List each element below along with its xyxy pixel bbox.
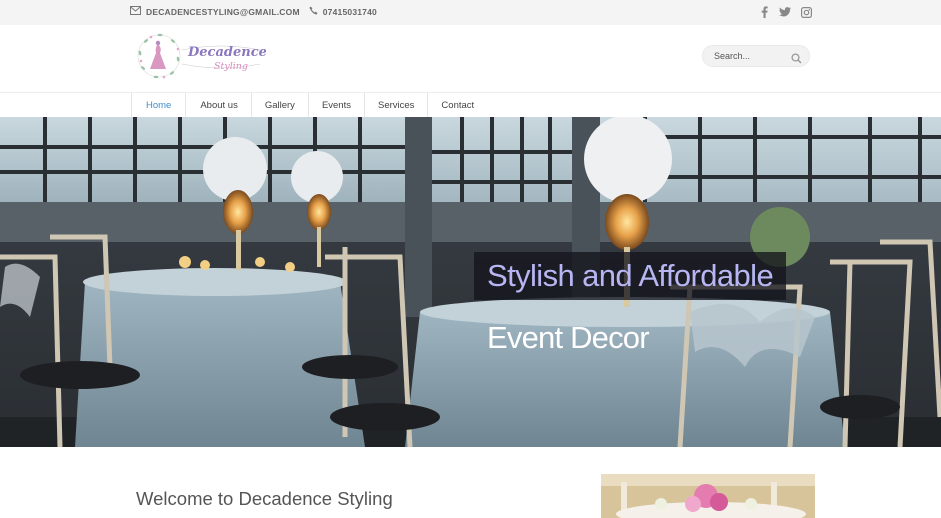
instagram-icon[interactable] (800, 5, 812, 19)
main-nav: Home About us Gallery Events Services Co… (0, 92, 941, 117)
featured-image[interactable] (601, 474, 815, 518)
nav-label: Services (377, 99, 415, 111)
content-section: Welcome to Decadence Styling (0, 447, 941, 518)
search-input[interactable] (714, 51, 798, 61)
contact-info: DECADENCESTYLING@GMAIL.COM 07415031740 (130, 6, 377, 17)
nav-item-gallery[interactable]: Gallery (250, 93, 308, 117)
nav-label: Events (321, 99, 351, 111)
hero-banner: Stylish and Affordable Event Decor (0, 117, 941, 447)
nav-item-events[interactable]: Events (307, 93, 364, 117)
facebook-icon[interactable] (758, 5, 770, 19)
nav-item-contact[interactable]: Contact (427, 93, 487, 117)
social-links (758, 5, 812, 19)
hero-background-image (0, 117, 941, 447)
twitter-icon[interactable] (779, 5, 791, 19)
phone-number[interactable]: 07415031740 (323, 7, 377, 17)
nav-label: Home (146, 99, 172, 111)
phone-icon (309, 6, 318, 17)
search-box (702, 45, 810, 67)
email-link[interactable]: DECADENCESTYLING@GMAIL.COM (146, 7, 300, 17)
top-contact-bar: DECADENCESTYLING@GMAIL.COM 07415031740 (0, 0, 941, 25)
site-header: Decadence Styling (0, 25, 941, 92)
site-logo[interactable]: Decadence Styling (136, 31, 267, 81)
hero-subline: Event Decor (487, 320, 650, 355)
logo-text-styling: Styling (214, 61, 248, 72)
logo-text-decadence: Decadence (187, 45, 266, 60)
hero-headline: Stylish and Affordable (474, 252, 787, 300)
nav-item-home[interactable]: Home (131, 93, 185, 117)
magnifier-icon[interactable] (791, 51, 802, 69)
nav-label: Contact (441, 99, 475, 111)
nav-label: About us (200, 99, 238, 111)
welcome-title: Welcome to Decadence Styling (136, 488, 393, 509)
nav-label: Gallery (264, 99, 295, 111)
nav-item-about[interactable]: About us (185, 93, 251, 117)
nav-item-services[interactable]: Services (363, 93, 427, 117)
envelope-icon (130, 6, 141, 17)
